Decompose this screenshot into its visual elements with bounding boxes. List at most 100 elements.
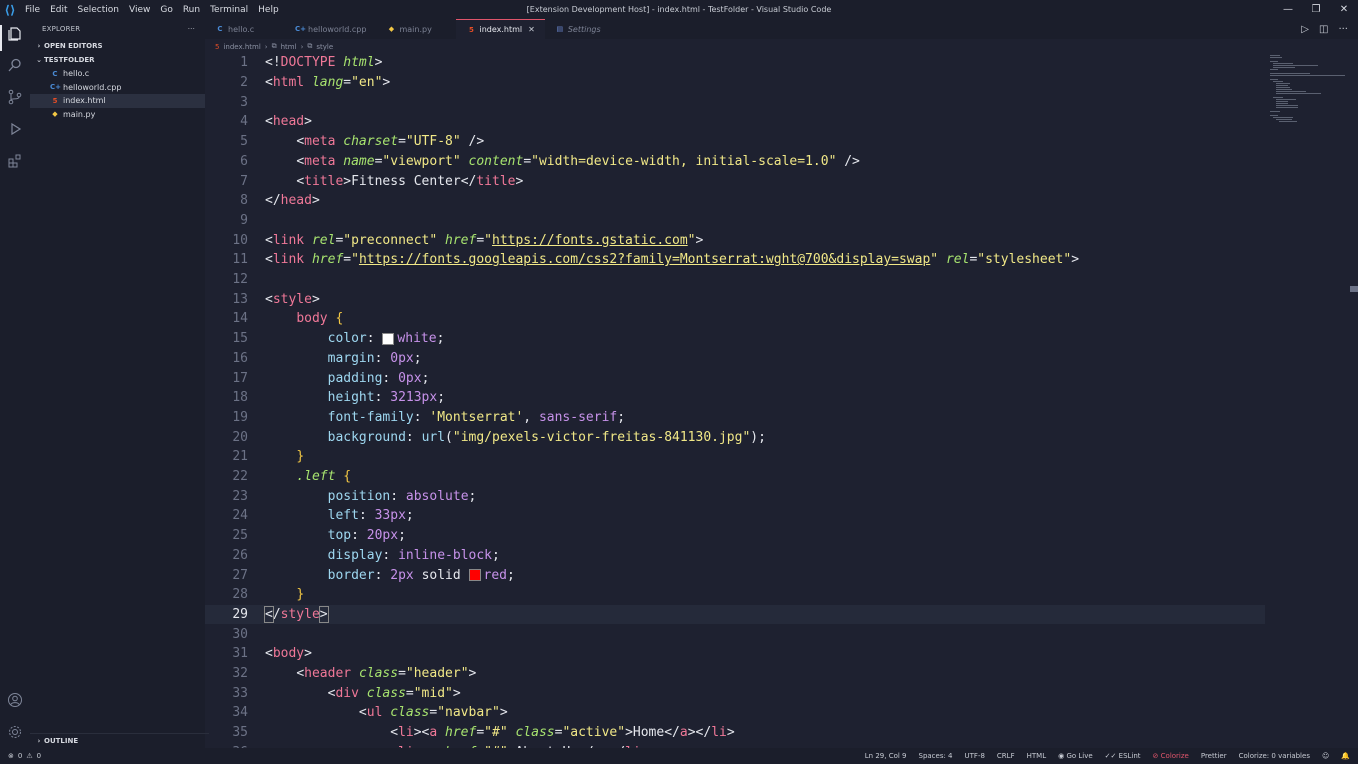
line-number: 26: [232, 547, 248, 563]
problems-count[interactable]: 0: [18, 752, 22, 760]
code-line: 33 <div class="mid">: [205, 683, 1265, 703]
prettier-button[interactable]: Prettier: [1201, 752, 1227, 760]
code-text: position: absolute;: [327, 488, 477, 504]
language-mode[interactable]: HTML: [1027, 752, 1046, 760]
tab-index-html[interactable]: 5 index.html ✕: [456, 19, 545, 39]
restore-button[interactable]: ❐: [1302, 0, 1330, 19]
line-number: 13: [232, 291, 248, 307]
error-icon[interactable]: ⊗: [8, 752, 14, 760]
menu-file[interactable]: File: [20, 5, 45, 15]
menu-selection[interactable]: Selection: [73, 5, 124, 15]
file-item-main-py[interactable]: ◆ main.py: [30, 108, 205, 122]
vscode-logo-icon: ⟨⟩: [4, 2, 16, 17]
file-item-index-html[interactable]: 5 index.html: [30, 94, 205, 108]
html-file-icon: 5: [52, 96, 58, 105]
tab-hello-c[interactable]: C hello.c: [205, 19, 285, 39]
run-icon[interactable]: ▷: [1301, 24, 1309, 35]
eslint-button[interactable]: ✓✓ ESLint: [1105, 752, 1141, 760]
indentation[interactable]: Spaces: 4: [919, 752, 953, 760]
line-number: 2: [240, 75, 248, 91]
code-text: </head>: [265, 193, 320, 209]
colorize-variables[interactable]: Colorize: 0 variables: [1239, 752, 1310, 760]
code-line: 8 </head>: [205, 191, 1265, 211]
menu-edit[interactable]: Edit: [45, 5, 72, 15]
open-editors-label: OPEN EDITORS: [44, 42, 103, 50]
tab-settings[interactable]: ▤ Settings: [545, 19, 625, 39]
open-editors-section[interactable]: › OPEN EDITORS: [30, 39, 205, 53]
go-live-button[interactable]: ◉ Go Live: [1058, 752, 1093, 760]
tab-bar: C hello.c C+ helloworld.cpp ◆ main.py 5 …: [205, 19, 1358, 39]
file-item-hello-c[interactable]: C hello.c: [30, 67, 205, 81]
file-label: main.py: [63, 109, 96, 119]
search-icon[interactable]: [6, 56, 24, 74]
more-actions-icon[interactable]: ···: [188, 25, 195, 33]
code-text: background: url("img/pexels-victor-freit…: [327, 429, 766, 445]
broadcast-icon: ◉: [1058, 752, 1065, 760]
code-text: }: [296, 449, 305, 465]
account-icon[interactable]: [6, 691, 24, 709]
line-number: 6: [240, 153, 248, 169]
breadcrumb-item[interactable]: index.html: [223, 43, 260, 51]
warning-icon[interactable]: ⚠: [26, 752, 32, 760]
more-actions-icon[interactable]: ···: [1338, 24, 1348, 35]
cursor-position[interactable]: Ln 29, Col 9: [865, 752, 907, 760]
breadcrumb-item[interactable]: style: [316, 43, 333, 51]
minimap[interactable]: [1268, 53, 1348, 133]
close-icon[interactable]: ✕: [528, 25, 535, 34]
tab-label: main.py: [399, 24, 432, 34]
source-control-icon[interactable]: [6, 88, 24, 106]
code-line: 1 <!DOCTYPE html>: [205, 53, 1265, 73]
minimize-button[interactable]: —: [1274, 0, 1302, 19]
line-number: 17: [232, 370, 248, 386]
code-text: </style>: [264, 605, 329, 623]
code-line: 7 <title>Fitness Center</title>: [205, 171, 1265, 191]
explorer-icon[interactable]: [6, 25, 24, 43]
code-line: 28 }: [205, 585, 1265, 605]
folder-section[interactable]: ⌄ TESTFOLDER: [30, 53, 205, 67]
bell-icon[interactable]: 🔔: [1341, 752, 1350, 760]
tab-helloworld-cpp[interactable]: C+ helloworld.cpp: [285, 19, 376, 39]
extensions-icon[interactable]: [6, 152, 24, 170]
code-line: 35 <li><a href="#" class="active">Home</…: [205, 723, 1265, 743]
code-line: 10 <link rel="preconnect" href="https://f…: [205, 230, 1265, 250]
file-item-helloworld-cpp[interactable]: C+ helloworld.cpp: [30, 81, 205, 95]
warnings-count[interactable]: 0: [37, 752, 41, 760]
color-swatch-icon[interactable]: [468, 569, 481, 582]
code-editor[interactable]: 1 <!DOCTYPE html> 2 <html lang="en"> 3 4 <h…: [205, 53, 1265, 748]
block-icon: ⊘: [1152, 752, 1159, 760]
c-file-icon: C: [52, 69, 58, 78]
code-text: font-family: 'Montserrat', sans-serif;: [327, 409, 626, 425]
menu-help[interactable]: Help: [253, 5, 284, 15]
close-window-button[interactable]: ✕: [1330, 0, 1358, 19]
tab-label: hello.c: [228, 24, 255, 34]
feedback-icon[interactable]: ☺: [1322, 752, 1329, 760]
run-debug-icon[interactable]: [6, 120, 24, 138]
menu-go[interactable]: Go: [155, 5, 177, 15]
line-number: 4: [240, 114, 248, 130]
color-swatch-icon[interactable]: [382, 332, 395, 345]
scrollbar-marker[interactable]: [1350, 286, 1358, 292]
code-line: 26 display: inline-block;: [205, 546, 1265, 566]
chevron-right-icon: ›: [37, 737, 41, 745]
line-ending[interactable]: CRLF: [997, 752, 1015, 760]
encoding[interactable]: UTF-8: [965, 752, 985, 760]
menu-run[interactable]: Run: [178, 5, 205, 15]
breadcrumb-item[interactable]: html: [281, 43, 297, 51]
code-line: 17 padding: 0px;: [205, 368, 1265, 388]
line-number: 35: [232, 725, 248, 741]
colorize-button[interactable]: ⊘ Colorize: [1153, 752, 1189, 760]
code-text: padding: 0px;: [327, 370, 430, 386]
code-line: 6 <meta name="viewport" content="width=d…: [205, 152, 1265, 172]
menu-view[interactable]: View: [124, 5, 155, 15]
line-number: 14: [232, 311, 248, 327]
outline-section[interactable]: › OUTLINE: [30, 733, 209, 748]
split-editor-icon[interactable]: ◫: [1319, 24, 1328, 35]
line-number: 9: [240, 212, 248, 228]
code-text: body {: [296, 311, 344, 327]
gear-icon[interactable]: [6, 723, 24, 741]
tab-main-py[interactable]: ◆ main.py: [376, 19, 456, 39]
menu-terminal[interactable]: Terminal: [205, 5, 253, 15]
breadcrumb: 5 index.html › ⧉ html › ⧉ style: [215, 40, 333, 53]
line-number: 22: [232, 469, 248, 485]
code-text: <meta name="viewport" content="width=dev…: [296, 153, 860, 169]
